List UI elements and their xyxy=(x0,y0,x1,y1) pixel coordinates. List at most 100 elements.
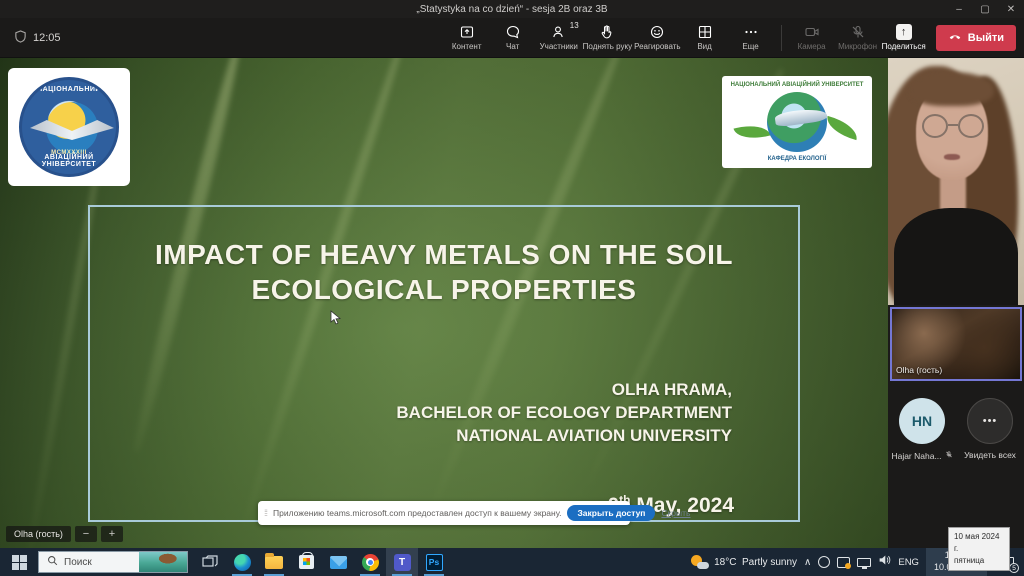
leaf-icon xyxy=(734,120,771,144)
close-icon[interactable]: ✕ xyxy=(998,0,1024,18)
taskbar-search-input[interactable]: Поиск xyxy=(38,551,188,573)
partly-sunny-icon xyxy=(691,555,709,569)
microphone-button[interactable]: Микрофон xyxy=(836,19,880,57)
share-button-label: Поделиться xyxy=(882,42,926,51)
participant-hn[interactable]: HN Hajar Naha... xyxy=(891,398,953,461)
participants-button-label: Участники xyxy=(540,42,578,51)
tray-app-icon[interactable] xyxy=(818,556,830,568)
window-title: „Statystyka na co dzień“ - sesja 2B oraz… xyxy=(416,4,607,15)
shield-icon xyxy=(14,30,27,46)
weather-widget[interactable]: 18°C Partly sunny xyxy=(691,555,797,569)
content-button-label: Контент xyxy=(452,42,482,51)
language-indicator[interactable]: ENG xyxy=(898,557,919,568)
raise-hand-button-label: Поднять руку xyxy=(583,42,632,51)
meeting-toolbar: 12:05 Контент Чат 13 Участники Поднять р… xyxy=(0,18,1024,58)
glasses xyxy=(922,114,984,140)
participants-button[interactable]: 13 Участники xyxy=(537,19,581,57)
avatar: HN xyxy=(899,398,945,444)
security-alert-icon[interactable] xyxy=(837,557,850,568)
logo-ring-text-top: НАЦІОНАЛЬНИЙ xyxy=(22,86,116,93)
hide-banner-link[interactable]: Скрыть xyxy=(661,508,690,518)
zoom-out-button[interactable]: − xyxy=(75,526,97,542)
shared-screen: НАЦІОНАЛЬНИЙ MCMXXXIII АВІАЦІЙНИЙ УНІВЕР… xyxy=(0,58,888,548)
notification-badge: 5 xyxy=(1009,563,1019,573)
participants-sidebar: Olha (гость) HN Hajar Naha... ••• Увидет… xyxy=(888,58,1024,548)
taskbar-apps: T Ps xyxy=(194,548,450,576)
maximize-icon[interactable]: ▢ xyxy=(972,0,998,18)
view-button-label: Вид xyxy=(697,42,711,51)
microsoft-store-app-icon[interactable] xyxy=(290,548,322,576)
more-participants-icon[interactable]: ••• xyxy=(967,398,1013,444)
leave-button-label: Выйти xyxy=(968,32,1004,44)
logo-arc-text-bottom: КАФЕДРА ЕКОЛОГІЇ xyxy=(727,156,867,162)
participant-portrait xyxy=(910,72,994,106)
more-button[interactable]: Еще xyxy=(729,19,773,57)
participant-video-main[interactable] xyxy=(888,58,1024,305)
share-banner-text: Приложению teams.microsoft.com предостав… xyxy=(273,508,561,518)
author-department: BACHELOR OF ECOLOGY DEPARTMENT xyxy=(396,402,732,425)
presenter-overlay: Olha (гость) − + xyxy=(6,526,123,542)
logo-ring-text-bottom: АВІАЦІЙНИЙ УНІВЕРСИТЕТ xyxy=(22,154,116,168)
tooltip-date: 10 мая 2024 г. xyxy=(954,531,1004,555)
react-button[interactable]: Реагировать xyxy=(634,19,680,57)
windows-taskbar: Поиск T Ps 18°C Partly sunny ∧ xyxy=(0,548,1024,576)
start-button[interactable] xyxy=(0,548,38,576)
view-button[interactable]: Вид xyxy=(683,19,727,57)
self-video-label: Olha (гость) xyxy=(896,365,942,375)
microphone-button-label: Микрофон xyxy=(838,42,877,51)
window-controls: – ▢ ✕ xyxy=(946,0,1024,18)
toolbar-divider xyxy=(781,25,782,51)
share-button[interactable]: ↑ Поделиться xyxy=(882,19,926,57)
teams-app-icon[interactable]: T xyxy=(386,548,418,576)
raise-hand-button[interactable]: Поднять руку xyxy=(583,19,632,57)
clock-tooltip: 10 мая 2024 г. пятница xyxy=(948,527,1010,571)
drag-handle-icon[interactable]: ⁞⁞ xyxy=(264,508,267,518)
slide-title-line2: ECOLOGICAL PROPERTIES xyxy=(90,272,798,307)
task-view-button[interactable] xyxy=(194,548,226,576)
ecology-department-logo: НАЦІОНАЛЬНИЙ АВІАЦІЙНИЙ УНІВЕРСИТЕТ КАФЕ… xyxy=(722,76,872,168)
participant-name: Hajar Naha... xyxy=(891,451,941,461)
mic-muted-icon xyxy=(945,450,953,461)
tooltip-weekday: пятница xyxy=(954,555,1004,567)
slide-title-line1: IMPACT OF HEAVY METALS ON THE SOIL xyxy=(90,237,798,272)
toolbar-buttons: Контент Чат 13 Участники Поднять руку Ре… xyxy=(445,19,1024,57)
ecology-emblem: НАЦІОНАЛЬНИЙ АВІАЦІЙНИЙ УНІВЕРСИТЕТ КАФЕ… xyxy=(727,80,867,164)
logo-arc-text-top: НАЦІОНАЛЬНИЙ АВІАЦІЙНИЙ УНІВЕРСИТЕТ xyxy=(727,82,867,88)
window-titlebar: „Statystyka na co dzień“ - sesja 2B oraz… xyxy=(0,0,1024,18)
leave-button[interactable]: Выйти xyxy=(936,25,1016,51)
participant-portrait xyxy=(940,176,966,212)
screen-share-banner: ⁞⁞ Приложению teams.microsoft.com предос… xyxy=(258,501,630,525)
self-video-tile[interactable]: Olha (гость) xyxy=(890,307,1022,381)
stop-share-button[interactable]: Закрыть доступ xyxy=(567,505,655,521)
network-icon[interactable] xyxy=(857,558,871,567)
more-button-label: Еще xyxy=(742,42,758,51)
slide-author-block: OLHA HRAMA, BACHELOR OF ECOLOGY DEPARTME… xyxy=(396,379,732,448)
leaf-icon xyxy=(824,116,861,140)
see-everyone-label: Увидеть всех xyxy=(964,450,1016,460)
minimize-icon[interactable]: – xyxy=(946,0,972,18)
author-university: NATIONAL AVIATION UNIVERSITY xyxy=(396,425,732,448)
camera-button[interactable]: Камера xyxy=(790,19,834,57)
chat-button[interactable]: Чат xyxy=(491,19,535,57)
mail-app-icon[interactable] xyxy=(322,548,354,576)
volume-icon[interactable] xyxy=(878,553,891,571)
chrome-app-icon[interactable] xyxy=(354,548,386,576)
see-everyone[interactable]: ••• Увидеть всех xyxy=(959,398,1021,461)
chat-button-label: Чат xyxy=(506,42,519,51)
content-button[interactable]: Контент xyxy=(445,19,489,57)
search-daily-image xyxy=(139,552,187,573)
participant-portrait xyxy=(894,208,1018,305)
slide-title: IMPACT OF HEAVY METALS ON THE SOIL ECOLO… xyxy=(90,237,798,307)
university-logo-left: НАЦІОНАЛЬНИЙ MCMXXXIII АВІАЦІЙНИЙ УНІВЕР… xyxy=(8,68,130,186)
hidden-icons-chevron[interactable]: ∧ xyxy=(804,557,811,568)
photoshop-app-icon[interactable]: Ps xyxy=(418,548,450,576)
presenter-name-label: Olha (гость) xyxy=(6,526,71,542)
edge-app-icon[interactable] xyxy=(226,548,258,576)
weather-temp: 18°C xyxy=(714,557,736,568)
author-name: OLHA HRAMA, xyxy=(396,379,732,402)
university-emblem: НАЦІОНАЛЬНИЙ MCMXXXIII АВІАЦІЙНИЙ УНІВЕР… xyxy=(19,77,119,177)
camera-button-label: Камера xyxy=(798,42,826,51)
file-explorer-app-icon[interactable] xyxy=(258,548,290,576)
zoom-in-button[interactable]: + xyxy=(101,526,123,542)
teams-meeting-window: „Statystyka na co dzień“ - sesja 2B oraz… xyxy=(0,0,1024,576)
